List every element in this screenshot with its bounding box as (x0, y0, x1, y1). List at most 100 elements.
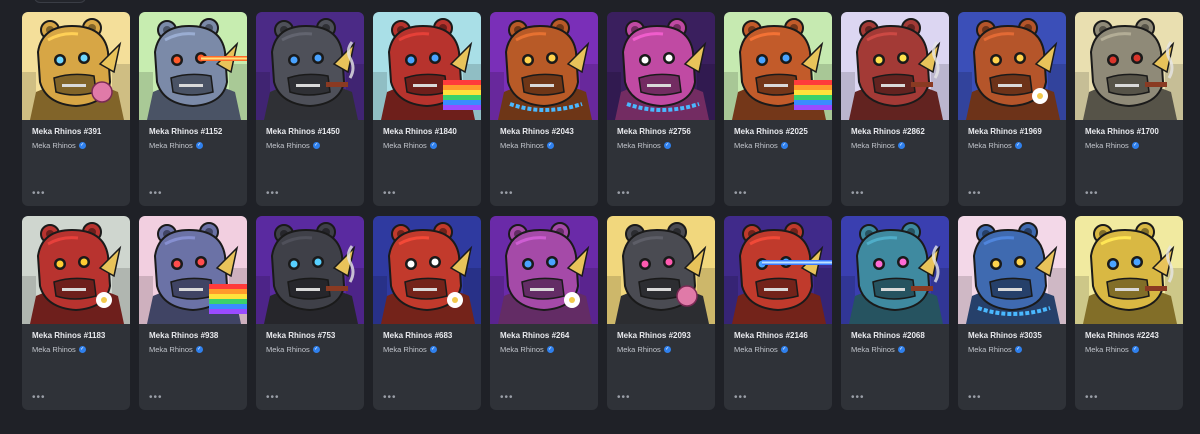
nft-card[interactable]: Meka Rhinos #2093 Meka Rhinos ✓ ••• (607, 216, 715, 410)
nft-card[interactable]: Meka Rhinos #2756 Meka Rhinos ✓ ••• (607, 12, 715, 206)
nft-image[interactable] (724, 216, 832, 324)
nft-image[interactable] (22, 216, 130, 324)
nft-title[interactable]: Meka Rhinos #1700 (1085, 127, 1183, 136)
more-options-icon[interactable]: ••• (383, 189, 397, 199)
nft-title[interactable]: Meka Rhinos #1450 (266, 127, 364, 136)
collection-link[interactable]: Meka Rhinos ✓ (734, 345, 832, 354)
more-options-icon[interactable]: ••• (500, 393, 514, 403)
collection-link[interactable]: Meka Rhinos ✓ (1085, 141, 1183, 150)
nft-image[interactable] (724, 12, 832, 120)
more-options-icon[interactable]: ••• (266, 393, 280, 403)
nft-image[interactable] (607, 216, 715, 324)
collection-link[interactable]: Meka Rhinos ✓ (617, 141, 715, 150)
more-options-icon[interactable]: ••• (500, 189, 514, 199)
nft-card[interactable]: Meka Rhinos #3035 Meka Rhinos ✓ ••• (958, 216, 1066, 410)
collection-link[interactable]: Meka Rhinos ✓ (851, 345, 949, 354)
nft-title[interactable]: Meka Rhinos #1840 (383, 127, 481, 136)
nft-card[interactable]: Meka Rhinos #2243 Meka Rhinos ✓ ••• (1075, 216, 1183, 410)
nft-image[interactable] (841, 216, 949, 324)
nft-card[interactable]: Meka Rhinos #391 Meka Rhinos ✓ ••• (22, 12, 130, 206)
collection-link[interactable]: Meka Rhinos ✓ (149, 141, 247, 150)
more-options-icon[interactable]: ••• (968, 189, 982, 199)
more-options-icon[interactable]: ••• (383, 393, 397, 403)
nft-image[interactable] (256, 216, 364, 324)
more-options-icon[interactable]: ••• (851, 189, 865, 199)
more-options-icon[interactable]: ••• (32, 189, 46, 199)
nft-image[interactable] (22, 12, 130, 120)
nft-title[interactable]: Meka Rhinos #2043 (500, 127, 598, 136)
nft-title[interactable]: Meka Rhinos #1152 (149, 127, 247, 136)
nft-title[interactable]: Meka Rhinos #3035 (968, 331, 1066, 340)
nft-card[interactable]: Meka Rhinos #2862 Meka Rhinos ✓ ••• (841, 12, 949, 206)
more-options-icon[interactable]: ••• (1085, 189, 1099, 199)
nft-title[interactable]: Meka Rhinos #2025 (734, 127, 832, 136)
nft-title[interactable]: Meka Rhinos #2093 (617, 331, 715, 340)
more-options-icon[interactable]: ••• (617, 189, 631, 199)
more-options-icon[interactable]: ••• (266, 189, 280, 199)
nft-title[interactable]: Meka Rhinos #1969 (968, 127, 1066, 136)
collection-link[interactable]: Meka Rhinos ✓ (968, 345, 1066, 354)
nft-image[interactable] (256, 12, 364, 120)
collection-link[interactable]: Meka Rhinos ✓ (32, 345, 130, 354)
nft-card[interactable]: Meka Rhinos #938 Meka Rhinos ✓ ••• (139, 216, 247, 410)
collection-link[interactable]: Meka Rhinos ✓ (383, 141, 481, 150)
collection-link[interactable]: Meka Rhinos ✓ (266, 141, 364, 150)
nft-card[interactable]: Meka Rhinos #2146 Meka Rhinos ✓ ••• (724, 216, 832, 410)
more-options-icon[interactable]: ••• (734, 393, 748, 403)
nft-title[interactable]: Meka Rhinos #2146 (734, 331, 832, 340)
collection-link[interactable]: Meka Rhinos ✓ (851, 141, 949, 150)
nft-title[interactable]: Meka Rhinos #2756 (617, 127, 715, 136)
collection-link[interactable]: Meka Rhinos ✓ (149, 345, 247, 354)
collection-link[interactable]: Meka Rhinos ✓ (383, 345, 481, 354)
collection-link[interactable]: Meka Rhinos ✓ (1085, 345, 1183, 354)
collection-link[interactable]: Meka Rhinos ✓ (617, 345, 715, 354)
nft-card[interactable]: Meka Rhinos #1183 Meka Rhinos ✓ ••• (22, 216, 130, 410)
nft-title[interactable]: Meka Rhinos #753 (266, 331, 364, 340)
nft-title[interactable]: Meka Rhinos #1183 (32, 331, 130, 340)
collection-link[interactable]: Meka Rhinos ✓ (968, 141, 1066, 150)
nft-card[interactable]: Meka Rhinos #1840 Meka Rhinos ✓ ••• (373, 12, 481, 206)
nft-card[interactable]: Meka Rhinos #1700 Meka Rhinos ✓ ••• (1075, 12, 1183, 206)
nft-image[interactable] (373, 12, 481, 120)
nft-image[interactable] (607, 12, 715, 120)
nft-image[interactable] (958, 12, 1066, 120)
nft-title[interactable]: Meka Rhinos #2068 (851, 331, 949, 340)
nft-image[interactable] (139, 216, 247, 324)
nft-image[interactable] (841, 12, 949, 120)
nft-card[interactable]: Meka Rhinos #1969 Meka Rhinos ✓ ••• (958, 12, 1066, 206)
more-options-icon[interactable]: ••• (1085, 393, 1099, 403)
collection-link[interactable]: Meka Rhinos ✓ (266, 345, 364, 354)
collection-link[interactable]: Meka Rhinos ✓ (500, 141, 598, 150)
nft-card[interactable]: Meka Rhinos #2043 Meka Rhinos ✓ ••• (490, 12, 598, 206)
more-options-icon[interactable]: ••• (851, 393, 865, 403)
more-options-icon[interactable]: ••• (32, 393, 46, 403)
nft-title[interactable]: Meka Rhinos #938 (149, 331, 247, 340)
collection-link[interactable]: Meka Rhinos ✓ (500, 345, 598, 354)
nft-image[interactable] (1075, 216, 1183, 324)
nft-title[interactable]: Meka Rhinos #2243 (1085, 331, 1183, 340)
more-options-icon[interactable]: ••• (968, 393, 982, 403)
collection-link[interactable]: Meka Rhinos ✓ (32, 141, 130, 150)
collection-link[interactable]: Meka Rhinos ✓ (734, 141, 832, 150)
nft-title[interactable]: Meka Rhinos #683 (383, 331, 481, 340)
nft-card[interactable]: Meka Rhinos #753 Meka Rhinos ✓ ••• (256, 216, 364, 410)
more-options-icon[interactable]: ••• (149, 393, 163, 403)
nft-card[interactable]: Meka Rhinos #2068 Meka Rhinos ✓ ••• (841, 216, 949, 410)
nft-image[interactable] (958, 216, 1066, 324)
nft-image[interactable] (490, 216, 598, 324)
more-options-icon[interactable]: ••• (149, 189, 163, 199)
nft-image[interactable] (490, 12, 598, 120)
nft-card[interactable]: Meka Rhinos #2025 Meka Rhinos ✓ ••• (724, 12, 832, 206)
nft-card[interactable]: Meka Rhinos #264 Meka Rhinos ✓ ••• (490, 216, 598, 410)
nft-image[interactable] (1075, 12, 1183, 120)
more-options-icon[interactable]: ••• (617, 393, 631, 403)
more-options-icon[interactable]: ••• (734, 189, 748, 199)
nft-title[interactable]: Meka Rhinos #391 (32, 127, 130, 136)
nft-image[interactable] (139, 12, 247, 120)
nft-title[interactable]: Meka Rhinos #2862 (851, 127, 949, 136)
nft-card[interactable]: Meka Rhinos #683 Meka Rhinos ✓ ••• (373, 216, 481, 410)
nft-card[interactable]: Meka Rhinos #1450 Meka Rhinos ✓ ••• (256, 12, 364, 206)
nft-image[interactable] (373, 216, 481, 324)
nft-card[interactable]: Meka Rhinos #1152 Meka Rhinos ✓ ••• (139, 12, 247, 206)
nft-title[interactable]: Meka Rhinos #264 (500, 331, 598, 340)
